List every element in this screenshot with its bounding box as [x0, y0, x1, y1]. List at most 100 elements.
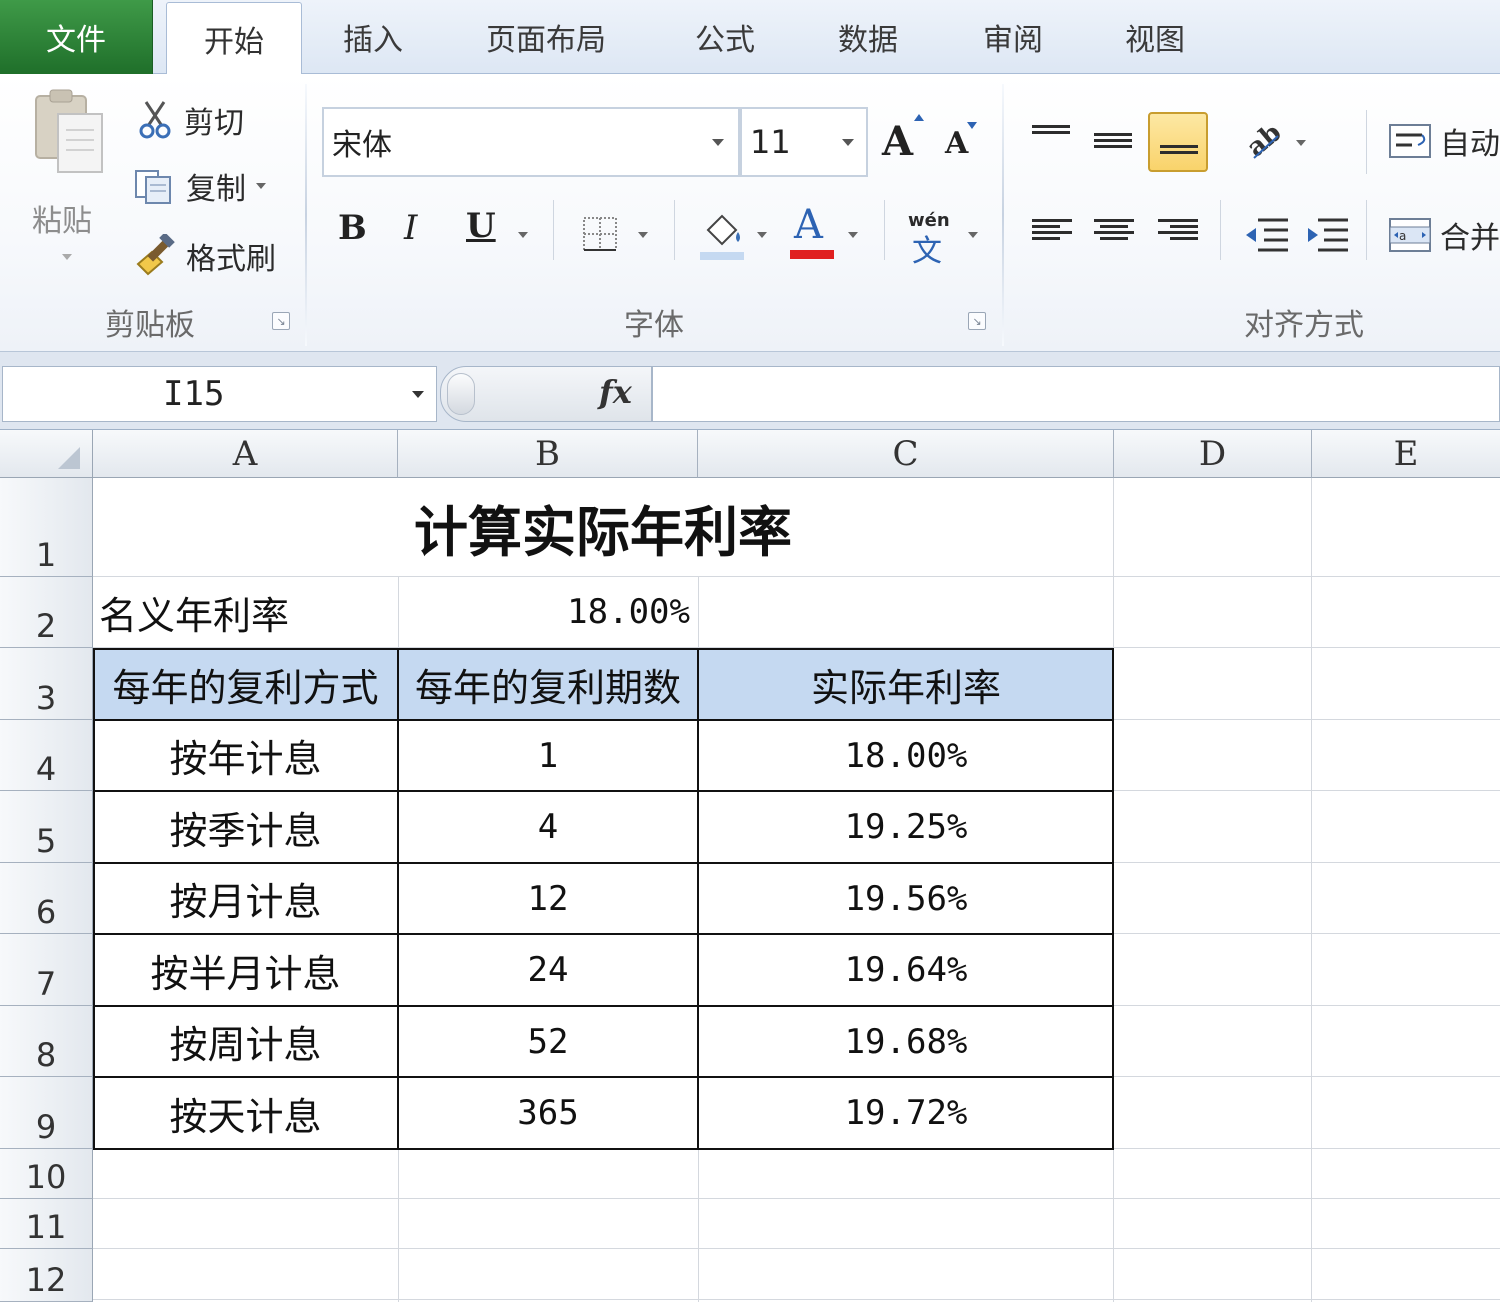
clipboard-launcher-icon[interactable]: ↘	[272, 312, 290, 330]
name-box[interactable]: I15	[2, 366, 437, 422]
font-color-dropdown-icon[interactable]	[848, 232, 858, 238]
row-header-2[interactable]: 2	[0, 577, 93, 648]
header-periods[interactable]: 每年的复利期数	[398, 648, 698, 720]
method-cell[interactable]: 按天计息	[93, 1077, 398, 1149]
method-cell[interactable]: 按周计息	[93, 1006, 398, 1077]
orientation-dropdown-icon[interactable]	[1296, 140, 1306, 146]
rate-cell[interactable]: 19.64%	[698, 934, 1114, 1006]
underline-button[interactable]: U	[466, 206, 496, 246]
phonetic-bottom: 文	[912, 234, 942, 269]
underline-dropdown-icon[interactable]	[518, 232, 528, 238]
chevron-down-icon[interactable]	[712, 138, 724, 146]
periods-cell[interactable]: 1	[398, 720, 698, 791]
paste-button[interactable]: 粘贴	[22, 86, 114, 276]
increase-indent-button[interactable]	[1304, 214, 1350, 254]
row-header-3[interactable]: 3	[0, 648, 93, 720]
row-header-9[interactable]: 9	[0, 1077, 93, 1149]
borders-button[interactable]	[582, 216, 618, 252]
nominal-rate-label[interactable]: 名义年利率	[93, 577, 398, 647]
orientation-button[interactable]: ab	[1241, 118, 1287, 163]
chevron-down-icon[interactable]	[412, 390, 424, 398]
align-bottom-button[interactable]	[1148, 112, 1208, 172]
header-method[interactable]: 每年的复利方式	[93, 648, 398, 720]
sheet-title[interactable]: 计算实际年利率	[93, 478, 1113, 576]
rate-cell[interactable]: 19.68%	[698, 1006, 1114, 1077]
row-header-12[interactable]: 12	[0, 1249, 93, 1302]
row-header-10[interactable]: 10	[0, 1149, 93, 1199]
merge-center-button[interactable]: a 合并	[1388, 210, 1500, 260]
copy-button[interactable]: 复制	[134, 164, 266, 208]
insert-function-button[interactable]: fx	[599, 373, 632, 411]
periods-cell[interactable]: 365	[398, 1077, 698, 1149]
rate-cell[interactable]: 18.00%	[698, 720, 1114, 791]
header-effective-rate[interactable]: 实际年利率	[698, 648, 1114, 720]
chevron-down-icon[interactable]	[842, 138, 854, 146]
row-header-6[interactable]: 6	[0, 863, 93, 934]
row-header-5[interactable]: 5	[0, 791, 93, 863]
format-painter-button[interactable]: 格式刷	[134, 232, 276, 280]
phonetic-dropdown-icon[interactable]	[968, 232, 978, 238]
align-top-button[interactable]	[1032, 122, 1070, 143]
method-cell[interactable]: 按半月计息	[93, 934, 398, 1006]
table-border	[93, 1005, 1114, 1007]
font-launcher-icon[interactable]: ↘	[968, 312, 986, 330]
tab-file[interactable]: 文件	[0, 0, 153, 74]
column-header-a[interactable]: A	[93, 430, 398, 478]
wrap-text-button[interactable]: 自动	[1388, 116, 1500, 166]
row-header-8[interactable]: 8	[0, 1006, 93, 1077]
column-header-d[interactable]: D	[1114, 430, 1312, 478]
align-left-button[interactable]	[1032, 216, 1072, 243]
gridline	[93, 1248, 1500, 1249]
decrease-indent-button[interactable]	[1244, 214, 1290, 254]
tab-page-layout[interactable]: 页面布局	[486, 0, 606, 74]
row-header-7[interactable]: 7	[0, 934, 93, 1006]
grow-font-glyph: A	[882, 118, 914, 165]
periods-cell[interactable]: 12	[398, 863, 698, 934]
splitter-handle[interactable]	[447, 373, 475, 415]
method-cell[interactable]: 按季计息	[93, 791, 398, 863]
table-border	[93, 933, 1114, 935]
phonetic-guide-button[interactable]: wén 文	[906, 210, 956, 269]
font-color-button[interactable]: A	[790, 202, 836, 260]
column-header-c[interactable]: C	[698, 430, 1114, 478]
rate-cell[interactable]: 19.72%	[698, 1077, 1114, 1149]
periods-cell[interactable]: 52	[398, 1006, 698, 1077]
periods-cell[interactable]: 4	[398, 791, 698, 863]
copy-dropdown-icon	[256, 183, 266, 189]
font-size-combo[interactable]: 11	[740, 107, 868, 177]
separator	[553, 200, 554, 260]
align-center-button[interactable]	[1094, 216, 1134, 243]
column-header-e[interactable]: E	[1312, 430, 1500, 478]
rate-cell[interactable]: 19.25%	[698, 791, 1114, 863]
shrink-font-button[interactable]: A	[945, 118, 985, 172]
separator	[1366, 200, 1367, 260]
italic-button[interactable]: I	[404, 208, 417, 248]
font-name-combo[interactable]: 宋体	[322, 107, 740, 177]
bold-button[interactable]: B	[338, 208, 367, 248]
clipboard-group-label: 剪贴板	[105, 308, 195, 343]
tab-review[interactable]: 审阅	[983, 0, 1043, 74]
nominal-rate-value[interactable]: 18.00%	[398, 577, 698, 647]
tab-insert[interactable]: 插入	[343, 0, 403, 74]
tab-formulas[interactable]: 公式	[695, 0, 755, 74]
method-cell[interactable]: 按年计息	[93, 720, 398, 791]
tab-view[interactable]: 视图	[1125, 0, 1185, 74]
method-cell[interactable]: 按月计息	[93, 863, 398, 934]
periods-cell[interactable]: 24	[398, 934, 698, 1006]
row-header-4[interactable]: 4	[0, 720, 93, 791]
fill-color-button[interactable]	[700, 210, 746, 260]
align-middle-button[interactable]	[1094, 130, 1132, 151]
select-all-button[interactable]	[0, 430, 93, 478]
rate-cell[interactable]: 19.56%	[698, 863, 1114, 934]
cut-button[interactable]: 剪切	[138, 98, 244, 142]
row-header-1[interactable]: 1	[0, 478, 93, 577]
column-header-b[interactable]: B	[398, 430, 698, 478]
tab-data[interactable]: 数据	[838, 0, 898, 74]
formula-input[interactable]	[652, 366, 1500, 422]
align-right-button[interactable]	[1158, 216, 1198, 243]
row-header-11[interactable]: 11	[0, 1199, 93, 1249]
tab-home[interactable]: 开始	[166, 2, 302, 75]
grow-font-button[interactable]: A	[882, 112, 932, 172]
borders-dropdown-icon[interactable]	[638, 232, 648, 238]
fill-color-dropdown-icon[interactable]	[757, 232, 767, 238]
